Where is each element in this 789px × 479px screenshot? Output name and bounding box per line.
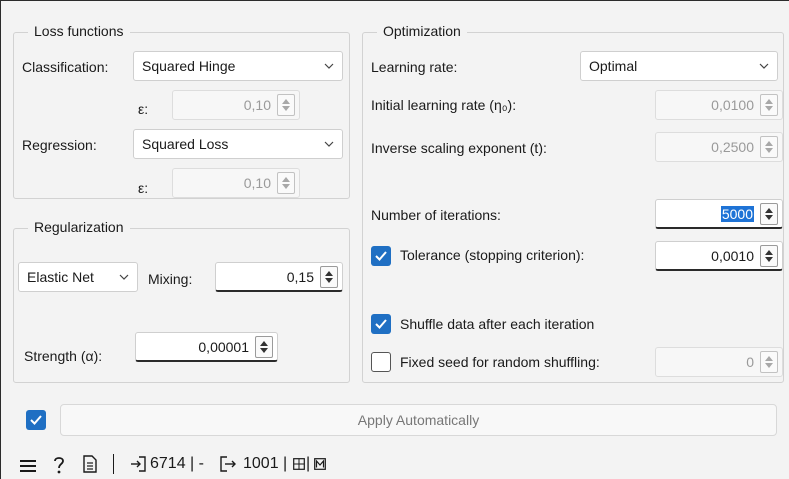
chevron-down-icon (759, 63, 769, 69)
regression-epsilon-label: ε: (138, 180, 149, 196)
output-data-icon (220, 456, 236, 472)
report-document-icon[interactable] (83, 455, 97, 473)
model-icon (314, 458, 326, 470)
fixed-seed-spinbox[interactable]: 0 (655, 347, 783, 377)
inverse-scaling-value: 0,2500 (711, 139, 754, 155)
mixing-spinbox[interactable]: 0,15 (215, 262, 343, 292)
strength-spinbox[interactable]: 0,00001 (135, 332, 278, 362)
regression-value: Squared Loss (142, 136, 229, 152)
checkmark-icon (375, 251, 387, 261)
spin-arrows-icon[interactable] (277, 94, 295, 116)
penalty-value: Elastic Net (27, 269, 94, 285)
initial-learning-rate-label: Initial learning rate (η₀): (371, 97, 517, 113)
optimization-title: Optimization (377, 23, 467, 39)
apply-button[interactable]: Apply Automatically (60, 404, 777, 436)
classification-select[interactable]: Squared Hinge (133, 51, 343, 81)
chevron-down-icon (119, 274, 129, 280)
hamburger-menu-icon[interactable] (20, 459, 36, 473)
iterations-spinbox[interactable]: 5000 (655, 199, 783, 229)
apply-automatically-checkbox[interactable] (26, 410, 46, 430)
learning-rate-value: Optimal (589, 58, 638, 74)
fixed-seed-checkbox[interactable] (371, 352, 391, 372)
checkmark-icon (30, 415, 42, 425)
spin-arrows-icon[interactable] (320, 265, 338, 288)
inverse-scaling-label: Inverse scaling exponent (t): (371, 140, 547, 156)
loss-functions-title: Loss functions (28, 23, 130, 39)
classification-epsilon-label: ε: (138, 101, 149, 117)
classification-value: Squared Hinge (142, 58, 236, 74)
chevron-down-icon (324, 141, 334, 147)
apply-button-label: Apply Automatically (357, 412, 480, 428)
classification-epsilon-spinbox[interactable]: 0,10 (172, 90, 300, 120)
status-separator: | (306, 455, 311, 472)
shuffle-checkbox[interactable] (371, 314, 391, 334)
classification-epsilon-value: 0,10 (243, 97, 271, 113)
regression-epsilon-value: 0,10 (243, 175, 271, 191)
regression-label: Regression: (22, 137, 97, 153)
mixing-value: 0,15 (286, 268, 314, 285)
fixed-seed-label: Fixed seed for random shuffling: (400, 354, 600, 370)
fixed-seed-value: 0 (746, 354, 754, 370)
tolerance-spinbox[interactable]: 0,0010 (655, 241, 783, 271)
regression-epsilon-spinbox[interactable]: 0,10 (172, 168, 300, 198)
iterations-value: 5000 (720, 205, 754, 222)
status-bar: 6714 | - 1001 | | (0, 446, 789, 479)
learning-rate-select[interactable]: Optimal (580, 51, 778, 81)
strength-value: 0,00001 (198, 338, 249, 355)
tolerance-checkbox[interactable] (371, 246, 391, 266)
data-table-icon (293, 458, 305, 470)
spin-arrows-icon[interactable] (760, 244, 778, 267)
spin-arrows-icon[interactable] (255, 335, 273, 358)
regression-select[interactable]: Squared Loss (133, 129, 343, 159)
learning-rate-label: Learning rate: (371, 59, 458, 75)
input-count: 6714 | - (150, 455, 204, 472)
mixing-label: Mixing: (148, 271, 193, 287)
spin-arrows-icon[interactable] (760, 94, 778, 116)
tolerance-label: Tolerance (stopping criterion): (400, 247, 585, 263)
initial-learning-rate-value: 0,0100 (711, 97, 754, 113)
input-data-icon (131, 456, 146, 472)
spin-arrows-icon[interactable] (277, 172, 295, 194)
output-count: 1001 | (243, 455, 288, 472)
inverse-scaling-spinbox[interactable]: 0,2500 (655, 132, 783, 162)
status-divider (113, 454, 114, 474)
regularization-title: Regularization (28, 219, 130, 235)
chevron-down-icon (324, 63, 334, 69)
strength-label: Strength (α): (24, 348, 103, 364)
iterations-label: Number of iterations: (371, 207, 501, 223)
spin-arrows-icon[interactable] (760, 136, 778, 158)
classification-label: Classification: (22, 59, 109, 75)
spin-arrows-icon[interactable] (760, 202, 778, 225)
initial-learning-rate-spinbox[interactable]: 0,0100 (655, 90, 783, 120)
shuffle-label: Shuffle data after each iteration (400, 316, 595, 332)
checkmark-icon (375, 319, 387, 329)
help-icon[interactable] (52, 455, 66, 475)
tolerance-value: 0,0010 (711, 247, 754, 264)
penalty-select[interactable]: Elastic Net (18, 262, 138, 292)
spin-arrows-icon[interactable] (760, 351, 778, 373)
